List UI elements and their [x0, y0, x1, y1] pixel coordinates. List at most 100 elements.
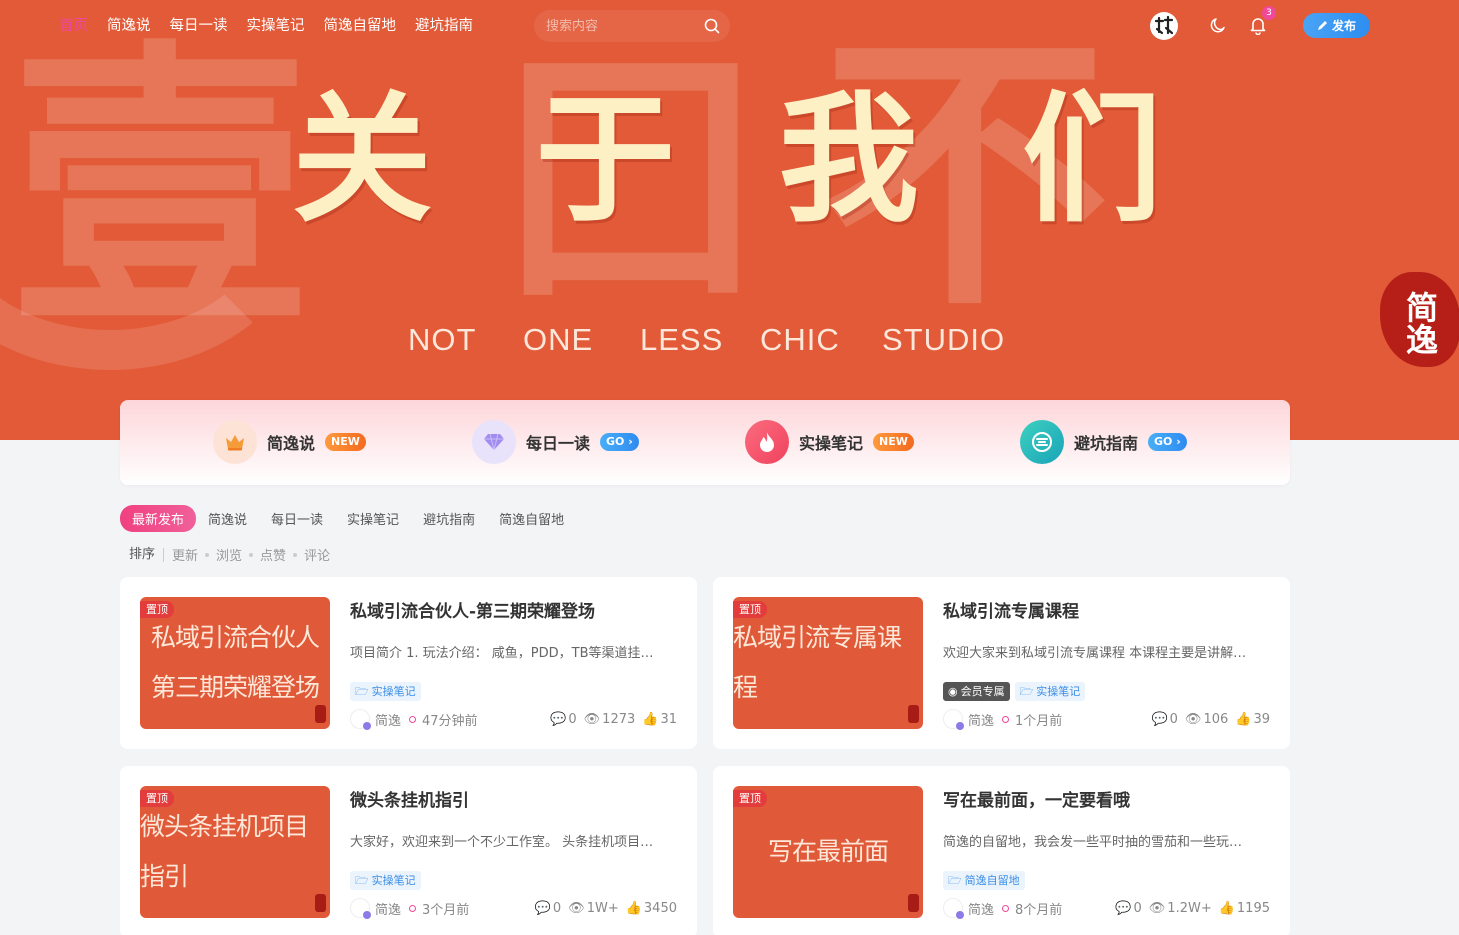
post-stats: 💬 0 👁 1.2W+ 👍 1195 — [1115, 901, 1270, 916]
tab-latest[interactable]: 最新发布 — [120, 505, 197, 532]
view-count: 👁 1.2W+ — [1149, 901, 1212, 916]
sort-option-views[interactable]: 浏览 — [216, 545, 242, 564]
search-box — [534, 10, 730, 42]
author-name[interactable]: 简逸 — [375, 710, 401, 729]
go-badge-text: GO — [1154, 435, 1173, 448]
comment-icon: 💬 — [1115, 900, 1132, 916]
folder-icon: 🗁 — [355, 685, 369, 698]
hero-subtitle-word: NOT — [408, 322, 477, 357]
nav-item-jianyi-shuo[interactable]: 简逸说 — [107, 14, 151, 35]
post-card[interactable]: 微头条挂机项目指引 置顶 微头条挂机指引 大家好，欢迎来到一个不少工作室。 头条… — [120, 766, 697, 935]
post-tags: 🗁 实操笔记 — [350, 871, 421, 890]
like-count[interactable]: 👍 1195 — [1219, 901, 1270, 916]
sort-label: 排序 — [129, 547, 165, 562]
dark-mode-moon-icon[interactable] — [1209, 16, 1227, 34]
post-title[interactable]: 写在最前面，一定要看哦 — [943, 786, 1130, 811]
post-card[interactable]: 私域引流合伙人 第三期荣耀登场 置顶 私域引流合伙人-第三期荣耀登场 项目简介 … — [120, 577, 697, 749]
search-input[interactable] — [546, 10, 696, 42]
like-count-value: 39 — [1253, 711, 1270, 727]
category-tag[interactable]: 🗁 实操笔记 — [1014, 682, 1086, 701]
category-tag[interactable]: 🗁 简逸自留地 — [943, 871, 1025, 890]
category-tag-label: 简逸自留地 — [964, 874, 1020, 887]
separator-dot — [249, 552, 254, 557]
tab-daily-read[interactable]: 每日一读 — [259, 505, 335, 532]
thumbnail-line: 微头条挂机项目指引 — [140, 812, 309, 891]
avatar-image — [1151, 13, 1177, 39]
post-meta: 简逸 47分钟前 💬 0 👁 1273 👍 31 — [350, 709, 677, 730]
category-tag-label: 实操笔记 — [371, 685, 416, 698]
post-title[interactable]: 微头条挂机指引 — [350, 786, 469, 811]
main-nav: 首页 简逸说 每日一读 实操笔记 简逸自留地 避坑指南 — [59, 14, 473, 35]
nav-item-home[interactable]: 首页 — [59, 14, 88, 35]
like-count-value: 31 — [660, 711, 677, 727]
like-count[interactable]: 👍 3450 — [626, 901, 677, 916]
author-name[interactable]: 简逸 — [968, 710, 994, 729]
like-count[interactable]: 👍 39 — [1235, 712, 1270, 727]
category-tag[interactable]: 🗁 实操笔记 — [350, 682, 421, 701]
folder-icon: 🗁 — [948, 874, 962, 887]
post-thumbnail[interactable]: 私域引流专属课程 置顶 — [733, 597, 923, 729]
like-count-value: 3450 — [643, 900, 677, 916]
hero-title-char: 于 — [535, 78, 676, 242]
hero-subtitle-word: ONE — [523, 322, 594, 357]
author-avatar[interactable] — [943, 898, 964, 919]
sort-option-comments[interactable]: 评论 — [304, 545, 330, 564]
tab-practice-notes[interactable]: 实操笔记 — [335, 505, 411, 532]
comment-count: 💬 0 — [550, 712, 576, 727]
view-count-value: 1W+ — [586, 900, 619, 916]
post-thumbnail[interactable]: 写在最前面 置顶 — [733, 786, 923, 918]
post-tags: ◉ 会员专属 🗁 实操笔记 — [943, 682, 1086, 701]
quick-nav-jianyi-shuo[interactable]: 简逸说 NEW — [213, 420, 366, 464]
quick-nav-label: 避坑指南 — [1074, 434, 1139, 453]
folder-icon: 🗁 — [355, 874, 369, 887]
thumbnail-line: 私域引流合伙人 — [150, 623, 320, 652]
go-badge: GO › — [1148, 433, 1187, 451]
vip-tag[interactable]: ◉ 会员专属 — [943, 682, 1010, 701]
tab-private-plot[interactable]: 简逸自留地 — [487, 505, 576, 532]
nav-item-daily-read[interactable]: 每日一读 — [170, 14, 228, 35]
post-title[interactable]: 私域引流专属课程 — [943, 597, 1079, 622]
comment-count: 💬 0 — [1115, 901, 1141, 916]
post-thumbnail[interactable]: 微头条挂机项目指引 置顶 — [140, 786, 330, 918]
post-card[interactable]: 写在最前面 置顶 写在最前面，一定要看哦 简逸的自留地，我会发一些平时抽的雪茄和… — [713, 766, 1290, 935]
post-stats: 💬 0 👁 1273 👍 31 — [550, 712, 677, 727]
time-dot-icon — [409, 715, 417, 723]
nav-item-practice-notes[interactable]: 实操笔记 — [247, 14, 305, 35]
nav-item-pitfall-guide[interactable]: 避坑指南 — [415, 14, 473, 35]
separator-dot — [205, 552, 210, 557]
user-avatar[interactable] — [1150, 12, 1178, 40]
post-title[interactable]: 私域引流合伙人-第三期荣耀登场 — [350, 597, 595, 622]
post-thumbnail[interactable]: 私域引流合伙人 第三期荣耀登场 置顶 — [140, 597, 330, 729]
time-dot-icon — [1002, 904, 1010, 912]
author-avatar[interactable] — [350, 898, 371, 919]
author-avatar[interactable] — [350, 709, 371, 730]
post-meta: 简逸 3个月前 💬 0 👁 1W+ 👍 3450 — [350, 898, 677, 919]
category-tag[interactable]: 🗁 实操笔记 — [350, 871, 421, 890]
like-count[interactable]: 👍 31 — [642, 712, 677, 727]
nav-item-private-plot[interactable]: 简逸自留地 — [324, 14, 397, 35]
search-icon[interactable] — [704, 18, 720, 34]
comment-count: 💬 0 — [1151, 712, 1177, 727]
quick-nav-pitfall-guide[interactable]: 避坑指南 GO › — [1020, 420, 1187, 464]
quick-nav-label: 简逸说 — [267, 434, 316, 453]
publish-button[interactable]: 发布 — [1303, 13, 1370, 38]
author-name[interactable]: 简逸 — [968, 899, 994, 918]
thumbnail-line: 第三期荣耀登场 — [150, 673, 320, 702]
separator-dot — [293, 552, 298, 557]
vip-tag-label: 会员专属 — [960, 685, 1005, 698]
comment-count: 💬 0 — [535, 901, 561, 916]
tab-jianyi-shuo[interactable]: 简逸说 — [196, 505, 259, 532]
tab-pitfall-guide[interactable]: 避坑指南 — [411, 505, 487, 532]
category-tag-label: 实操笔记 — [371, 874, 416, 887]
thumbs-up-icon: 👍 — [625, 900, 642, 916]
quick-nav-daily-read[interactable]: 每日一读 GO › — [472, 420, 639, 464]
author-avatar[interactable] — [943, 709, 964, 730]
sort-option-updated[interactable]: 更新 — [172, 545, 198, 564]
sort-option-likes[interactable]: 点赞 — [260, 545, 286, 564]
folder-icon: 🗁 — [1019, 685, 1034, 698]
post-card[interactable]: 私域引流专属课程 置顶 私域引流专属课程 欢迎大家来到私域引流专属课程 本课程主… — [713, 577, 1290, 749]
post-meta: 简逸 1个月前 💬 0 👁 106 👍 39 — [943, 709, 1270, 730]
author-name[interactable]: 简逸 — [375, 899, 401, 918]
quick-nav-practice-notes[interactable]: 实操笔记 NEW — [745, 420, 914, 464]
seal-logo — [908, 894, 919, 912]
